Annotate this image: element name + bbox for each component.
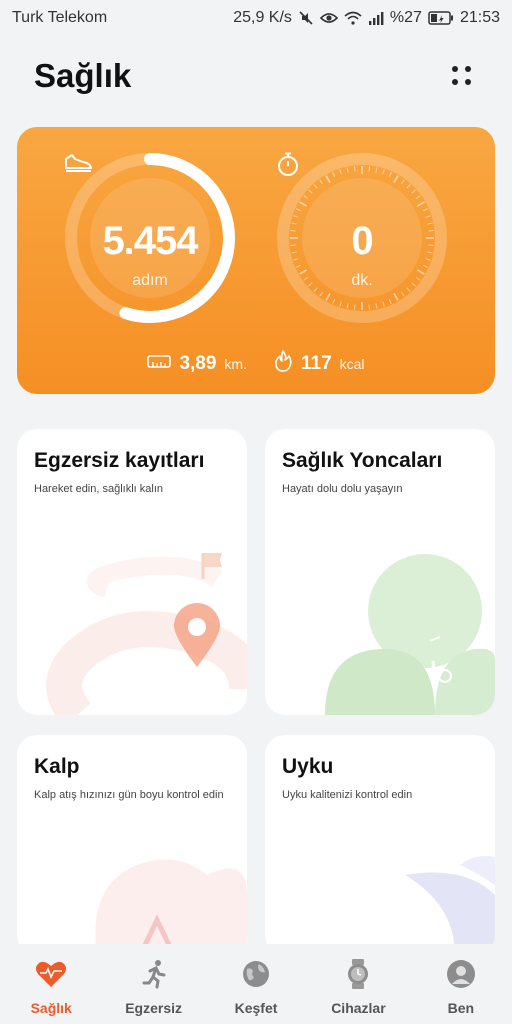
exercise-records-card[interactable]: Egzersiz kayıtları Hareket edin, sağlıkl…	[17, 429, 247, 715]
sleep-title: Uyku	[282, 755, 334, 778]
exercise-records-subtitle: Hareket edin, sağlıklı kalın	[34, 483, 164, 495]
dot-icon	[452, 79, 458, 85]
health-clovers-card[interactable]: Sağlık Yoncaları Hayatı dolu dolu yaşayı…	[265, 429, 495, 715]
eye-icon	[319, 11, 338, 25]
nav-label: Cihazlar	[331, 1000, 386, 1016]
exercise-records-title: Egzersiz kayıtları	[34, 449, 205, 472]
page-header: Sağlık	[34, 52, 478, 100]
activity-minutes-value: 0	[351, 219, 373, 263]
heart-rate-title: Kalp	[34, 755, 80, 778]
wifi-icon	[344, 11, 362, 25]
globe-icon	[240, 958, 272, 990]
heart-rate-card[interactable]: Kalp Kalp atış hızınızı gün boyu kontrol…	[17, 735, 247, 955]
calories-value: 117	[300, 352, 332, 374]
user-icon	[445, 958, 477, 990]
mute-icon	[298, 10, 314, 26]
nav-label: Ben	[447, 1000, 475, 1016]
dot-icon	[452, 66, 458, 72]
heart-rate-subtitle: Kalp atış hızınızı gün boyu kontrol edin	[34, 789, 224, 801]
battery-percent: %27	[389, 9, 422, 26]
nav-tab-ben[interactable]: Ben	[410, 944, 512, 1024]
sleep-subtitle: Uyku kalitenizi kontrol edin	[282, 789, 413, 801]
steps-value: 5.454	[102, 219, 198, 263]
heart-icon	[35, 958, 67, 990]
dot-icon	[465, 66, 471, 72]
signal-icon	[368, 11, 384, 25]
nav-tab-cihazlar[interactable]: Cihazlar	[307, 944, 409, 1024]
nav-label: Sağlık	[30, 1000, 72, 1016]
nav-label: Egzersiz	[125, 1000, 183, 1016]
clock: 21:53	[459, 9, 500, 26]
distance-value: 3,89	[179, 352, 217, 374]
nav-label: Keşfet	[234, 1000, 278, 1016]
health-clovers-title: Sağlık Yoncaları	[282, 449, 443, 472]
ruler-icon	[147, 353, 172, 374]
nav-tab-kesfet[interactable]: Keşfet	[205, 944, 307, 1024]
battery-icon	[428, 11, 454, 25]
more-menu-button[interactable]	[446, 60, 478, 92]
distance-stat: 3,89 km.	[147, 353, 247, 375]
bottom-navigation: Sağlık Egzersiz Keşfet Cihazlar Ben	[0, 944, 512, 1024]
activity-time-ring: 0 dk.	[275, 151, 449, 325]
dot-icon	[465, 79, 471, 85]
watch-icon	[342, 958, 374, 990]
activity-summary-card[interactable]: 5.454 adım 0 dk. 3,89 km. 117 kcal	[17, 127, 495, 394]
flame-icon	[273, 349, 293, 378]
status-icons: 25,9 K/s %27 21:53	[233, 9, 500, 27]
carrier-name: Turk Telekom	[12, 9, 108, 26]
stats-row: 3,89 km. 117 kcal	[17, 349, 495, 378]
health-clovers-subtitle: Hayatı dolu dolu yaşayın	[282, 483, 403, 495]
status-bar: Turk Telekom 25,9 K/s %27 21:53	[0, 0, 512, 36]
distance-unit: km.	[224, 355, 247, 372]
running-icon	[138, 958, 170, 990]
calories-stat: 117 kcal	[273, 349, 365, 378]
nav-tab-saglik[interactable]: Sağlık	[0, 944, 102, 1024]
steps-unit: adım	[132, 272, 168, 289]
network-speed: 25,9 K/s	[233, 9, 292, 26]
steps-ring: 5.454 adım	[63, 151, 237, 325]
calories-unit: kcal	[339, 355, 365, 372]
page-title: Sağlık	[34, 57, 132, 94]
activity-minutes-unit: dk.	[351, 272, 373, 289]
sleep-card[interactable]: Uyku Uyku kalitenizi kontrol edin	[265, 735, 495, 955]
nav-tab-egzersiz[interactable]: Egzersiz	[102, 944, 204, 1024]
